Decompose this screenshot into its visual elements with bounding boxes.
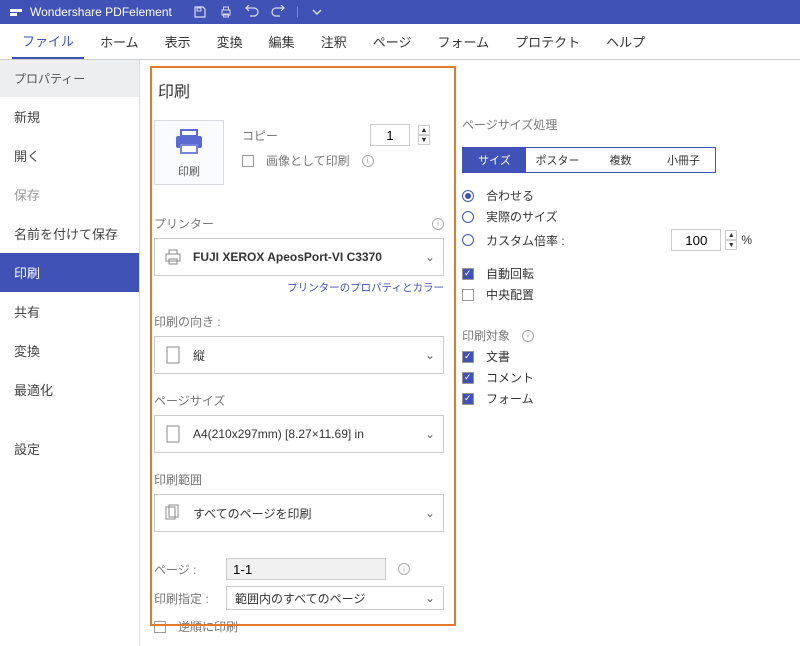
chevron-down-icon: ⌄ <box>425 348 435 362</box>
menu-help[interactable]: ヘルプ <box>596 25 655 58</box>
center-checkbox[interactable] <box>462 289 474 301</box>
page-size-label: ページサイズ <box>154 392 225 409</box>
page-handling-tabs: サイズ ポスター 複数 小冊子 <box>462 147 716 173</box>
sidebar-item-saveas[interactable]: 名前を付けて保存 <box>0 214 139 253</box>
scale-up-button[interactable]: ▲ <box>725 230 737 240</box>
auto-rotate-checkbox[interactable] <box>462 268 474 280</box>
print-tile[interactable]: 印刷 <box>154 120 224 185</box>
actual-size-label: 実際のサイズ <box>486 208 558 225</box>
chevron-down-icon: ⌄ <box>425 506 435 520</box>
pages-icon <box>163 504 183 522</box>
page-portrait-icon <box>163 346 183 364</box>
target-forms-label: フォーム <box>486 390 534 407</box>
dropdown-icon[interactable] <box>309 4 325 20</box>
redo-icon[interactable] <box>270 4 286 20</box>
custom-scale-radio[interactable] <box>462 234 474 246</box>
app-logo-icon <box>8 4 24 20</box>
main-menubar: ファイル ホーム 表示 変換 編集 注釈 ページ フォーム プロテクト ヘルプ <box>0 24 800 60</box>
page-handling-label: ページサイズ処理 <box>462 116 752 133</box>
print-subset-select[interactable]: 範囲内のすべてのページ ⌄ <box>226 586 444 610</box>
file-sidebar: プロパティー 新規 開く 保存 名前を付けて保存 印刷 共有 変換 最適化 設定 <box>0 60 140 646</box>
print-range-select[interactable]: すべてのページを印刷 ⌄ <box>154 494 444 532</box>
sidebar-item-settings[interactable]: 設定 <box>0 429 139 468</box>
orientation-value: 縦 <box>193 347 205 364</box>
tab-size[interactable]: サイズ <box>463 148 526 172</box>
menu-home[interactable]: ホーム <box>90 25 149 58</box>
percent-unit: % <box>741 233 752 247</box>
menu-page[interactable]: ページ <box>363 25 422 58</box>
subset-label: 印刷指定 : <box>154 590 218 607</box>
sidebar-item-print[interactable]: 印刷 <box>0 253 139 292</box>
custom-scale-input[interactable] <box>671 229 721 251</box>
undo-icon[interactable] <box>244 4 260 20</box>
print-tile-label: 印刷 <box>178 163 200 179</box>
pages-label: ページ : <box>154 561 218 578</box>
copy-down-button[interactable]: ▼ <box>418 135 430 145</box>
sidebar-item-new[interactable]: 新規 <box>0 97 139 136</box>
sidebar-item-save[interactable]: 保存 <box>0 175 139 214</box>
sidebar-item-convert[interactable]: 変換 <box>0 331 139 370</box>
menu-convert[interactable]: 変換 <box>207 25 253 58</box>
menu-file[interactable]: ファイル <box>12 24 84 59</box>
info-icon[interactable]: i <box>398 563 410 575</box>
panel-title: 印刷 <box>158 78 786 102</box>
print-icon[interactable] <box>218 4 234 20</box>
chevron-down-icon: ⌄ <box>425 427 435 441</box>
printer-select[interactable]: FUJI XEROX ApeosPort-VI C3370 ⌄ <box>154 238 444 276</box>
menu-protect[interactable]: プロテクト <box>505 25 590 58</box>
print-target-label: 印刷対象 <box>462 327 510 344</box>
printer-icon <box>172 126 206 159</box>
sidebar-item-share[interactable]: 共有 <box>0 292 139 331</box>
scale-down-button[interactable]: ▼ <box>725 240 737 250</box>
orientation-select[interactable]: 縦 ⌄ <box>154 336 444 374</box>
pages-input[interactable] <box>226 558 386 580</box>
reverse-order-checkbox[interactable] <box>154 621 166 633</box>
target-comments-label: コメント <box>486 369 534 386</box>
sidebar-item-open[interactable]: 開く <box>0 136 139 175</box>
target-comments-checkbox[interactable] <box>462 372 474 384</box>
print-as-image-checkbox[interactable] <box>242 155 254 167</box>
menu-view[interactable]: 表示 <box>155 25 201 58</box>
range-label: 印刷範囲 <box>154 471 202 488</box>
copy-up-button[interactable]: ▲ <box>418 125 430 135</box>
actual-size-radio[interactable] <box>462 211 474 223</box>
info-icon[interactable]: i <box>432 218 444 230</box>
chevron-down-icon: ⌄ <box>425 591 435 605</box>
menu-form[interactable]: フォーム <box>427 25 499 58</box>
copy-label: コピー <box>242 127 362 144</box>
menu-edit[interactable]: 編集 <box>259 25 305 58</box>
target-forms-checkbox[interactable] <box>462 393 474 405</box>
copy-count-input[interactable] <box>370 124 410 146</box>
save-icon[interactable] <box>192 4 208 20</box>
orientation-label: 印刷の向き : <box>154 313 221 330</box>
page-icon <box>163 425 183 443</box>
print-range-value: すべてのページを印刷 <box>193 505 311 522</box>
target-document-label: 文書 <box>486 348 510 365</box>
info-icon[interactable]: i <box>522 330 534 342</box>
subset-value: 範囲内のすべてのページ <box>235 590 365 607</box>
page-size-value: A4(210x297mm) [8.27×11.69] in <box>193 427 364 441</box>
printer-icon <box>163 248 183 266</box>
tab-multiple[interactable]: 複数 <box>589 148 652 172</box>
target-document-checkbox[interactable] <box>462 351 474 363</box>
center-label: 中央配置 <box>486 286 534 303</box>
tab-poster[interactable]: ポスター <box>526 148 589 172</box>
menu-comment[interactable]: 注釈 <box>311 25 357 58</box>
chevron-down-icon: ⌄ <box>425 250 435 264</box>
custom-scale-label: カスタム倍率 : <box>486 232 565 249</box>
info-icon[interactable]: i <box>362 155 374 167</box>
printer-properties-link[interactable]: プリンターのプロパティとカラー <box>154 280 444 295</box>
sidebar-header: プロパティー <box>0 60 139 97</box>
reverse-order-label: 逆順に印刷 <box>178 618 238 635</box>
printer-selected-value: FUJI XEROX ApeosPort-VI C3370 <box>193 250 382 264</box>
print-as-image-label: 画像として印刷 <box>266 152 350 169</box>
printer-section-label: プリンター <box>154 215 214 232</box>
app-title: Wondershare PDFelement <box>30 5 172 19</box>
page-size-select[interactable]: A4(210x297mm) [8.27×11.69] in ⌄ <box>154 415 444 453</box>
auto-rotate-label: 自動回転 <box>486 265 534 282</box>
sidebar-item-optimize[interactable]: 最適化 <box>0 370 139 409</box>
fit-label: 合わせる <box>486 187 534 204</box>
fit-radio[interactable] <box>462 190 474 202</box>
tab-booklet[interactable]: 小冊子 <box>652 148 715 172</box>
